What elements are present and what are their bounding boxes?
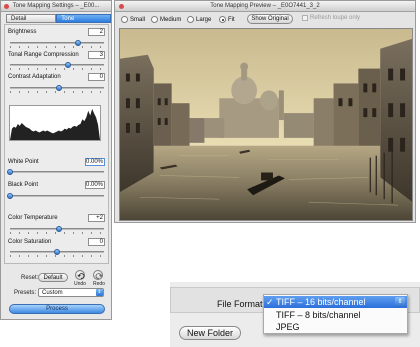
presets-select[interactable]: Custom ⇕ [38,288,104,297]
black-point-field[interactable]: 0.00% [85,181,105,189]
preview-image[interactable] [119,28,413,221]
settings-titlebar[interactable]: Tone Mapping Settings – _E00... [1,1,111,12]
white-point-field[interactable]: 0.00% [85,158,105,166]
zoom-option-fit[interactable]: Fit [219,15,235,24]
radio-icon [151,16,158,23]
tonal-range-ticks [10,68,104,70]
refresh-loupe-label: Refresh loupe only [310,15,361,21]
refresh-loupe-checkbox: Refresh loupe only [302,15,360,21]
file-format-label: File Format: [217,299,266,309]
white-point-slider[interactable] [10,171,104,173]
zoom-option-medium[interactable]: Medium [151,15,181,24]
settings-window-title: Tone Mapping Settings – _E00... [12,3,100,9]
radio-selected-icon [219,16,226,23]
format-option-jpeg[interactable]: JPEG [264,321,407,333]
format-option-label: TIFF – 16 bits/channel [276,297,366,307]
undo-button[interactable] [75,270,85,280]
color-temperature-field[interactable]: +2 [88,214,105,222]
tab-detail-enhancer[interactable]: Detail Enhancer [6,14,57,31]
tonal-range-field[interactable]: 3 [88,51,105,59]
color-saturation-ticks [10,255,104,257]
file-format-menu: ✓ TIFF – 16 bits/channel ⇕ TIFF – 8 bits… [263,294,408,334]
zoom-option-label: Fit [228,16,235,23]
close-window-icon[interactable] [4,4,9,9]
preview-close-icon[interactable] [119,4,124,9]
color-temperature-ticks [10,232,104,234]
zoom-option-label: Small [130,16,146,23]
black-point-slider[interactable] [10,195,104,197]
tone-mapping-settings-window: Tone Mapping Settings – _E00... Detail E… [0,0,112,320]
format-option-tiff-16[interactable]: ✓ TIFF – 16 bits/channel ⇕ [264,296,407,308]
brightness-label: Brightness [8,29,37,35]
preview-window-title: Tone Mapping Preview – _E0O7441_3_2 [210,3,320,9]
tonal-range-label: Tonal Range Compression [8,52,79,58]
settings-tabs: Detail Enhancer Tone Compressor [6,14,111,31]
black-point-label: Black Point [8,182,39,188]
format-option-label: JPEG [276,322,300,332]
white-point-label: White Point [8,159,39,165]
preview-titlebar[interactable]: Tone Mapping Preview – _E0O7441_3_2 [115,1,415,12]
reset-label: Reset: [21,275,39,281]
radio-icon [121,16,128,23]
tonal-range-slider[interactable] [10,64,104,66]
contrast-adaptation-field[interactable]: 0 [88,73,105,81]
checkmark-icon: ✓ [266,297,274,307]
new-folder-button[interactable]: New Folder [179,326,241,340]
presets-value: Custom [42,290,63,296]
color-temperature-label: Color Temperature [8,215,58,221]
contrast-adaptation-label: Contrast Adaptation [8,74,61,80]
brightness-slider[interactable] [10,42,104,44]
brightness-field[interactable]: 2 [88,28,105,36]
color-saturation-label: Color Saturation [8,239,52,245]
zoom-option-label: Large [196,16,212,23]
format-option-label: TIFF – 8 bits/channel [276,310,361,320]
zoom-option-small[interactable]: Small [121,15,145,24]
color-saturation-field[interactable]: 0 [88,238,105,246]
contrast-adaptation-ticks [10,91,104,93]
show-original-button[interactable]: Show Original [247,14,293,24]
zoom-option-label: Medium [160,16,182,23]
zoom-option-large[interactable]: Large [187,15,211,24]
redo-icon [95,273,103,279]
radio-icon [187,16,194,23]
redo-label: Redo [93,281,105,287]
default-button[interactable]: Default [38,273,68,282]
presets-label: Presets: [14,290,37,296]
white-point-slider-thumb[interactable] [7,169,13,175]
undo-label: Undo [74,281,86,287]
process-button[interactable]: Process [9,304,105,314]
format-option-tiff-8[interactable]: TIFF – 8 bits/channel [264,309,407,321]
tone-mapping-preview-window: Tone Mapping Preview – _E0O7441_3_2 Smal… [114,0,416,223]
tab-tone-compressor[interactable]: Tone Compressor [56,14,111,31]
black-point-slider-thumb[interactable] [7,193,13,199]
redo-button[interactable] [93,270,103,280]
checkbox-icon [302,15,308,21]
select-arrows-icon: ⇕ [96,289,103,296]
undo-icon [77,273,85,279]
brightness-ticks [10,46,104,48]
popup-arrows-icon: ⇕ [395,297,405,307]
histogram-graph [9,105,101,141]
